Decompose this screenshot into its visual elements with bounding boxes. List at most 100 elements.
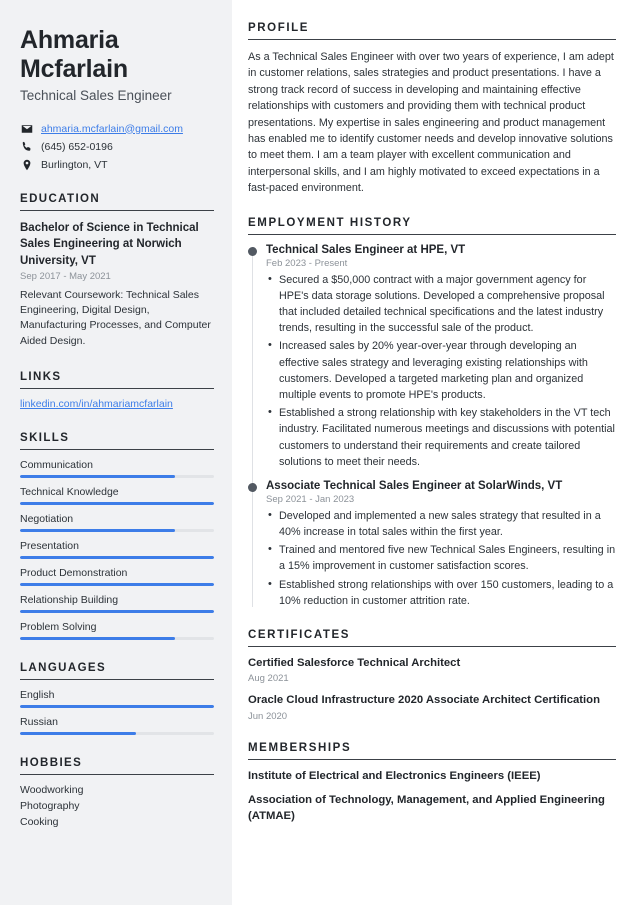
employment-entry: Associate Technical Sales Engineer at So… bbox=[248, 480, 616, 609]
sidebar: Ahmaria Mcfarlain Technical Sales Engine… bbox=[0, 0, 232, 905]
skills-list: Communication Technical Knowledge Negotiat… bbox=[20, 459, 214, 640]
employment-title: Technical Sales Engineer at HPE, VT bbox=[266, 243, 466, 256]
section-languages: LANGUAGES English Russian bbox=[20, 662, 214, 735]
employment-entry: Technical Sales Engineer at HPE, VT Feb 2… bbox=[248, 243, 616, 470]
skill-item: Communication bbox=[20, 459, 214, 478]
skill-item-meter bbox=[20, 528, 214, 532]
skill-item-label: Negotiation bbox=[20, 512, 74, 525]
section-links: LINKS linkedin.com/in/ahmariamcfarlain bbox=[20, 371, 214, 410]
certificate-entry: Oracle Cloud Infrastructure 2020 Associa… bbox=[248, 693, 616, 721]
phone-icon bbox=[20, 140, 33, 153]
section-profile: PROFILE As a Technical Sales Engineer wi… bbox=[248, 22, 616, 197]
language-item-label: Russian bbox=[20, 715, 58, 728]
employment-bullets: Secured a $50,000 contract with a major … bbox=[266, 271, 616, 470]
contact-email[interactable]: ahmaria.mcfarlain@gmail.com bbox=[20, 122, 214, 135]
profile-text: As a Technical Sales Engineer with over … bbox=[248, 51, 614, 195]
language-item-meter-fill bbox=[20, 704, 214, 708]
skill-item-label: Technical Knowledge bbox=[20, 485, 119, 498]
skill-item-meter-fill bbox=[20, 582, 214, 586]
section-skills: SKILLS Communication Technical Knowledge N… bbox=[20, 432, 214, 640]
hobby-item: Photography bbox=[20, 799, 80, 812]
skill-item-meter bbox=[20, 501, 214, 505]
language-item: Russian bbox=[20, 716, 214, 735]
employment-bullet: Secured a $50,000 contract with a major … bbox=[266, 271, 616, 337]
hobbies-heading: HOBBIES bbox=[20, 756, 83, 769]
hobby-item: Woodworking bbox=[20, 783, 84, 796]
memberships-heading: MEMBERSHIPS bbox=[248, 741, 352, 754]
skill-item: Problem Solving bbox=[20, 621, 214, 640]
location-pin-icon bbox=[20, 158, 33, 171]
skill-item-meter-fill bbox=[20, 501, 214, 505]
profile-divider bbox=[248, 39, 616, 40]
certificate-date: Jun 2020 bbox=[248, 710, 288, 722]
skills-heading: SKILLS bbox=[20, 431, 70, 444]
links-divider bbox=[20, 387, 214, 389]
skill-item: Negotiation bbox=[20, 513, 214, 532]
contact-email-text: ahmaria.mcfarlain@gmail.com bbox=[41, 122, 183, 135]
contact-location: Burlington, VT bbox=[20, 158, 214, 171]
contact-location-text: Burlington, VT bbox=[41, 158, 108, 171]
employment-bullet: Increased sales by 20% year-over-year th… bbox=[266, 337, 616, 403]
employment-divider bbox=[248, 233, 616, 235]
links-heading: LINKS bbox=[20, 370, 62, 383]
language-item-meter bbox=[20, 731, 214, 735]
employment-bullet: Established strong relationships with ov… bbox=[266, 576, 616, 609]
language-item-meter-fill bbox=[20, 731, 137, 735]
skill-item-meter-fill bbox=[20, 636, 176, 640]
skill-item-meter bbox=[20, 474, 214, 478]
employment-bullet: Developed and implemented a new sales st… bbox=[266, 507, 616, 540]
employment-timeline: Technical Sales Engineer at HPE, VT Feb 2… bbox=[248, 244, 616, 609]
resume-page: Ahmaria Mcfarlain Technical Sales Engine… bbox=[0, 0, 640, 905]
languages-list: English Russian bbox=[20, 689, 214, 735]
skill-item-label: Communication bbox=[20, 458, 93, 471]
link-linkedin[interactable]: linkedin.com/in/ahmariamcfarlain bbox=[20, 398, 214, 410]
employment-bullet: Established a strong relationship with k… bbox=[266, 404, 616, 470]
languages-divider bbox=[20, 678, 214, 680]
employment-heading: EMPLOYMENT HISTORY bbox=[248, 216, 412, 229]
certificates-list: Certified Salesforce Technical Architect… bbox=[248, 656, 616, 722]
languages-heading: LANGUAGES bbox=[20, 661, 107, 674]
skill-item-meter-fill bbox=[20, 555, 214, 559]
skill-item-label: Presentation bbox=[20, 539, 79, 552]
skill-item-label: Relationship Building bbox=[20, 593, 119, 606]
membership-entry: Institute of Electrical and Electronics … bbox=[248, 769, 541, 782]
skill-item: Relationship Building bbox=[20, 594, 214, 613]
section-memberships: MEMBERSHIPS Institute of Electrical and … bbox=[248, 742, 616, 825]
skill-item-meter bbox=[20, 609, 214, 613]
skill-item-meter-fill bbox=[20, 528, 176, 532]
skill-item: Product Demonstration bbox=[20, 567, 214, 586]
skill-item: Presentation bbox=[20, 540, 214, 559]
skill-item-label: Problem Solving bbox=[20, 620, 97, 633]
memberships-list: Institute of Electrical and Electronics … bbox=[248, 769, 616, 825]
section-education: EDUCATION Bachelor of Science in Technic… bbox=[20, 193, 214, 349]
employment-date: Sep 2021 - Jan 2023 bbox=[266, 493, 355, 505]
certificates-heading: CERTIFICATES bbox=[248, 629, 351, 642]
language-item: English bbox=[20, 689, 214, 708]
skill-item-meter bbox=[20, 582, 214, 586]
education-heading: EDUCATION bbox=[20, 193, 101, 205]
certificate-date: Aug 2021 bbox=[248, 673, 289, 685]
section-certificates: CERTIFICATES Certified Salesforce Techni… bbox=[248, 629, 616, 722]
hobbies-list: Woodworking Photography Cooking bbox=[20, 784, 214, 828]
certificate-title: Oracle Cloud Infrastructure 2020 Associa… bbox=[248, 694, 600, 707]
employment-date: Feb 2023 - Present bbox=[266, 257, 348, 269]
education-description: Relevant Coursework: Technical Sales Eng… bbox=[20, 288, 211, 347]
certificates-divider bbox=[248, 646, 616, 648]
contact-list: ahmaria.mcfarlain@gmail.com (645) 652-01… bbox=[20, 122, 214, 171]
candidate-name: Ahmaria Mcfarlain bbox=[20, 26, 128, 83]
skill-item-label: Product Demonstration bbox=[20, 566, 128, 579]
certificate-title: Certified Salesforce Technical Architect bbox=[248, 657, 461, 670]
language-item-meter bbox=[20, 704, 214, 708]
skills-divider bbox=[20, 448, 214, 450]
skill-item-meter bbox=[20, 636, 214, 640]
education-divider bbox=[20, 210, 214, 211]
skill-item: Technical Knowledge bbox=[20, 486, 214, 505]
contact-phone-text: (645) 652-0196 bbox=[41, 140, 113, 153]
certificate-entry: Certified Salesforce Technical Architect… bbox=[248, 656, 616, 684]
envelope-icon bbox=[20, 122, 33, 135]
membership-entry: Association of Technology, Management, a… bbox=[248, 794, 605, 822]
hobby-item: Cooking bbox=[20, 815, 59, 828]
memberships-divider bbox=[248, 758, 616, 760]
profile-heading: PROFILE bbox=[248, 22, 310, 34]
language-item-label: English bbox=[20, 688, 55, 701]
